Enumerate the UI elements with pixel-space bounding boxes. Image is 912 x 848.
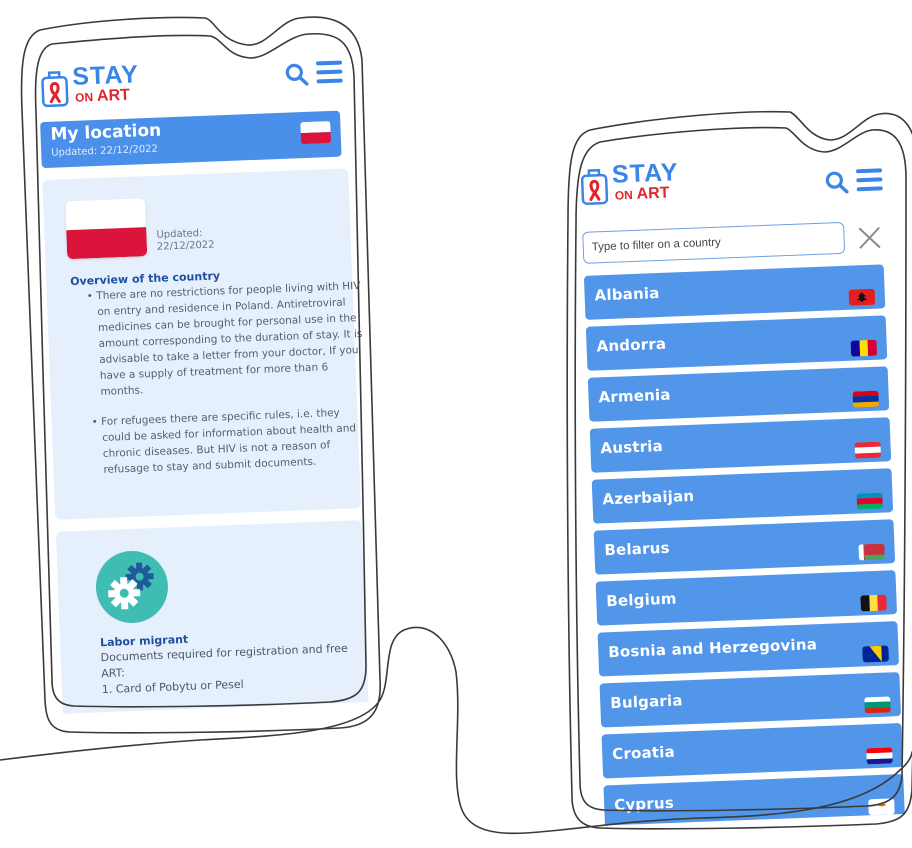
belgium-flag-icon [860, 594, 887, 612]
croatia-flag-icon [866, 747, 893, 765]
app-header: STAY ON ART [31, 42, 356, 117]
country-row-croatia[interactable]: Croatia [601, 723, 903, 779]
location-title: My location [50, 120, 162, 145]
app-logo[interactable]: STAY ON ART [578, 158, 680, 208]
suitcase-ribbon-icon [580, 168, 609, 205]
country-row-belarus[interactable]: Belarus [593, 519, 896, 575]
albania-flag-icon [848, 288, 876, 306]
app-header: STAY ON ART [567, 144, 892, 219]
azerbaijan-flag-icon [856, 492, 884, 510]
search-icon[interactable] [284, 62, 309, 87]
suitcase-ribbon-icon [41, 71, 69, 108]
country-row-bosnia-and-herzegovina[interactable]: Bosnia and Herzegovina [597, 621, 900, 677]
country-name: Croatia [611, 742, 676, 764]
country-row-azerbaijan[interactable]: Azerbaijan [591, 468, 894, 524]
search-icon[interactable] [824, 170, 849, 195]
cyprus-flag-icon [868, 798, 895, 816]
country-name: Albania [594, 283, 660, 305]
country-name: Belarus [604, 538, 670, 560]
location-updated: Updated: 22/12/2022 [51, 143, 159, 159]
location-screen: STAY ON ART My location Updated: 22/12/2… [31, 42, 379, 714]
country-filter-input[interactable] [582, 221, 846, 264]
card-updated: Updated: 22/12/2022 [156, 227, 215, 253]
country-name: Bulgaria [609, 691, 683, 713]
poland-flag-large-icon [65, 198, 148, 260]
country-row-belgium[interactable]: Belgium [595, 570, 898, 626]
country-name: Cyprus [613, 793, 675, 815]
country-row-austria[interactable]: Austria [589, 417, 892, 473]
country-name: Bosnia and Herzegovina [607, 635, 818, 662]
menu-icon[interactable] [855, 168, 883, 193]
overview-bullet: • There are no restrictions for people l… [86, 279, 363, 399]
country-name: Belgium [606, 589, 678, 611]
country-overview-card: Updated: 22/12/2022 Overview of the coun… [42, 168, 363, 520]
country-name: Andorra [596, 334, 667, 356]
armenia-flag-icon [852, 390, 880, 408]
app-logo[interactable]: STAY ON ART [38, 60, 140, 110]
country-row-cyprus[interactable]: Cyprus [603, 773, 905, 826]
labor-migrant-card[interactable]: Labor migrant Documents required for reg… [55, 520, 370, 714]
country-row-andorra[interactable]: Andorra [585, 315, 888, 371]
belarus-flag-icon [858, 543, 885, 561]
menu-icon[interactable] [315, 60, 343, 86]
country-name: Armenia [598, 385, 671, 407]
country-name: Azerbaijan [602, 486, 695, 509]
country-list-screen: STAY ON ART Albania Andorra Armenia [567, 144, 912, 826]
country-name: Austria [600, 436, 664, 458]
logo-on-art: ON ART [614, 184, 670, 203]
bulgaria-flag-icon [864, 696, 891, 714]
my-location-bar[interactable]: My location Updated: 22/12/2022 [40, 110, 342, 169]
country-row-armenia[interactable]: Armenia [587, 366, 890, 422]
country-row-albania[interactable]: Albania [583, 264, 886, 320]
gears-icon [94, 549, 170, 625]
country-row-bulgaria[interactable]: Bulgaria [599, 672, 901, 728]
close-icon[interactable] [856, 224, 883, 251]
andorra-flag-icon [850, 339, 878, 357]
bosnia-flag-icon [862, 645, 889, 663]
austria-flag-icon [854, 441, 882, 459]
poland-flag-icon [300, 121, 332, 145]
labor-migrant-text: Documents required for registration and … [100, 641, 348, 697]
logo-on-art: ON ART [74, 86, 131, 105]
overview-bullet: • For refugees there are specific rules,… [91, 406, 357, 476]
